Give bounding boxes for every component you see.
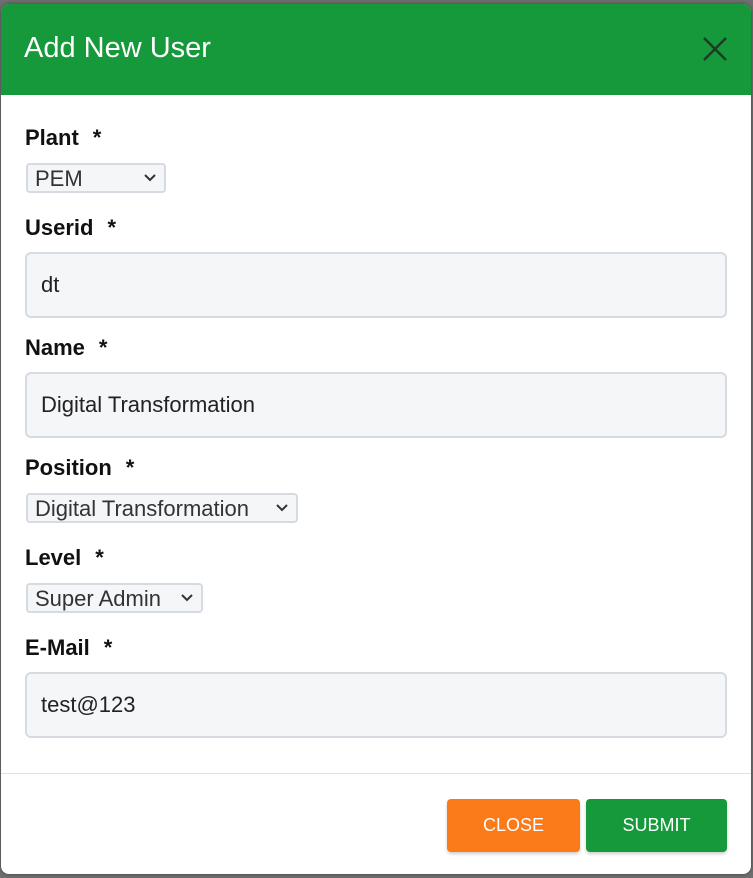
close-button[interactable]: CLOSE	[447, 799, 580, 852]
required-marker: *	[103, 635, 113, 660]
level-select-value: Super Admin	[35, 586, 161, 611]
required-marker: *	[125, 455, 135, 480]
email-label: E-Mail *	[25, 635, 112, 661]
level-label-text: Level	[25, 545, 82, 570]
userid-input[interactable]: dt	[25, 252, 727, 318]
position-label: Position *	[25, 455, 134, 481]
email-input[interactable]: test@123	[25, 672, 727, 738]
footer-divider	[1, 773, 751, 774]
position-select[interactable]: Digital Transformation	[26, 493, 298, 523]
plant-label-text: Plant	[25, 125, 79, 150]
userid-label-text: Userid	[25, 215, 94, 240]
required-marker: *	[98, 335, 108, 360]
level-select[interactable]: Super Admin	[26, 583, 203, 613]
plant-label: Plant *	[25, 125, 101, 151]
position-label-text: Position	[25, 455, 112, 480]
position-select-value: Digital Transformation	[35, 496, 249, 521]
required-marker: *	[95, 545, 104, 570]
name-label-text: Name	[25, 335, 85, 360]
submit-button[interactable]: SUBMIT	[586, 799, 727, 852]
userid-label: Userid *	[25, 215, 116, 241]
chevron-down-icon	[276, 504, 288, 512]
name-label: Name *	[25, 335, 107, 361]
required-marker: *	[92, 125, 102, 150]
add-user-dialog: Add New User Plant * PEM Userid * dt Name *…	[1, 4, 751, 874]
chevron-down-icon	[181, 594, 193, 602]
plant-select[interactable]: PEM	[26, 163, 166, 193]
plant-select-value: PEM	[35, 166, 83, 191]
close-icon[interactable]	[700, 34, 730, 64]
chevron-down-icon	[144, 174, 156, 182]
name-input[interactable]: Digital Transformation	[25, 372, 727, 438]
level-label: Level *	[25, 545, 104, 571]
email-label-text: E-Mail	[25, 635, 90, 660]
dialog-title: Add New User	[24, 32, 211, 64]
dialog-header: Add New User	[1, 4, 751, 95]
required-marker: *	[107, 215, 117, 240]
